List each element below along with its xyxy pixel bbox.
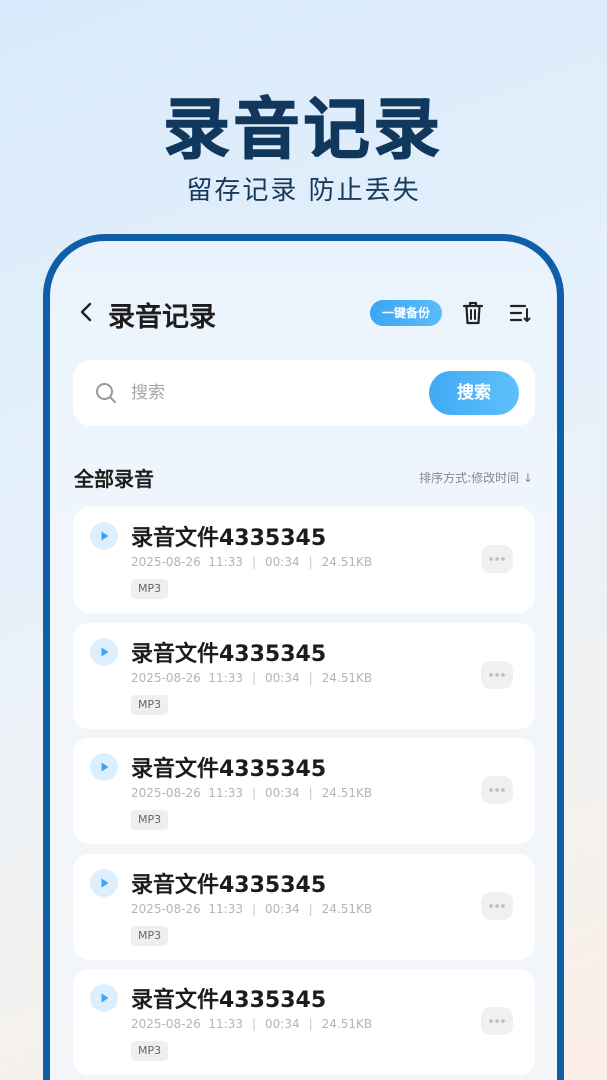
section-title: 全部录音 bbox=[74, 467, 154, 491]
page-title: 录音记录 bbox=[108, 302, 216, 333]
more-icon bbox=[489, 557, 505, 561]
recording-item[interactable]: 录音文件4335345 2025-08-26 11:33 | 00:34 | 24.51… bbox=[73, 738, 535, 844]
sort-icon[interactable] bbox=[508, 301, 532, 325]
play-icon[interactable] bbox=[90, 984, 118, 1012]
trash-icon[interactable] bbox=[461, 300, 485, 326]
backup-button[interactable]: 一键备份 bbox=[370, 300, 443, 326]
phone-frame: 录音记录 一键备份 搜索 全部录音 排序方式:修改时间 bbox=[43, 234, 564, 1080]
chevron-left-icon[interactable] bbox=[76, 301, 98, 323]
recording-meta: 2025-08-26 11:33 | 00:34 | 24.51KB bbox=[131, 786, 373, 800]
format-badge: MP3 bbox=[131, 925, 169, 946]
hero-title: 录音记录 bbox=[163, 90, 444, 169]
hero-subtitle: 留存记录 防止丢失 bbox=[186, 176, 421, 206]
more-button[interactable] bbox=[481, 660, 513, 689]
recording-meta: 2025-08-26 11:33 | 00:34 | 24.51KB bbox=[131, 555, 373, 569]
more-button[interactable] bbox=[481, 776, 513, 804]
recording-name: 录音文件4335345 bbox=[131, 641, 327, 667]
recording-meta: 2025-08-26 11:33 | 00:34 | 24.51KB bbox=[131, 901, 373, 916]
recording-list: 录音文件4335345 2025-08-26 11:33 | 00:34 | 24.51… bbox=[73, 507, 535, 1080]
recording-name: 录音文件4335345 bbox=[131, 872, 327, 898]
recording-name: 录音文件4335345 bbox=[131, 526, 327, 551]
play-icon[interactable] bbox=[90, 753, 118, 781]
more-button[interactable] bbox=[481, 891, 513, 920]
search-input[interactable] bbox=[131, 379, 411, 407]
top-bar: 录音记录 一键备份 bbox=[50, 291, 557, 335]
format-badge: MP3 bbox=[131, 810, 169, 830]
more-icon bbox=[489, 903, 505, 908]
more-icon bbox=[489, 1019, 505, 1023]
search-bar: 搜索 bbox=[73, 360, 535, 426]
play-icon[interactable] bbox=[90, 868, 118, 897]
recording-meta: 2025-08-26 11:33 | 00:34 | 24.51KB bbox=[131, 1017, 373, 1031]
more-button[interactable] bbox=[481, 1007, 513, 1035]
recording-meta: 2025-08-26 11:33 | 00:34 | 24.51KB bbox=[131, 670, 373, 685]
recording-item[interactable]: 录音文件4335345 2025-08-26 11:33 | 00:34 | 24.51… bbox=[73, 853, 535, 960]
more-icon bbox=[489, 672, 505, 677]
recording-name: 录音文件4335345 bbox=[131, 988, 327, 1013]
recording-item[interactable]: 录音文件4335345 2025-08-26 11:33 | 00:34 | 24.51… bbox=[73, 507, 535, 613]
more-button[interactable] bbox=[481, 545, 513, 573]
recording-name: 录音文件4335345 bbox=[131, 757, 327, 782]
format-badge: MP3 bbox=[131, 694, 169, 715]
play-icon[interactable] bbox=[90, 637, 118, 666]
format-badge: MP3 bbox=[131, 579, 169, 599]
recording-item[interactable]: 录音文件4335345 2025-08-26 11:33 | 00:34 | 24.51… bbox=[73, 622, 535, 729]
search-button[interactable]: 搜索 bbox=[429, 371, 519, 415]
format-badge: MP3 bbox=[131, 1041, 169, 1061]
more-icon bbox=[489, 788, 505, 792]
recording-item[interactable]: 录音文件4335345 2025-08-26 11:33 | 00:34 | 24.51… bbox=[73, 969, 535, 1075]
search-icon bbox=[95, 382, 117, 404]
sort-order-selector[interactable]: 排序方式:修改时间 ↓ bbox=[419, 469, 533, 486]
play-icon[interactable] bbox=[90, 522, 118, 550]
